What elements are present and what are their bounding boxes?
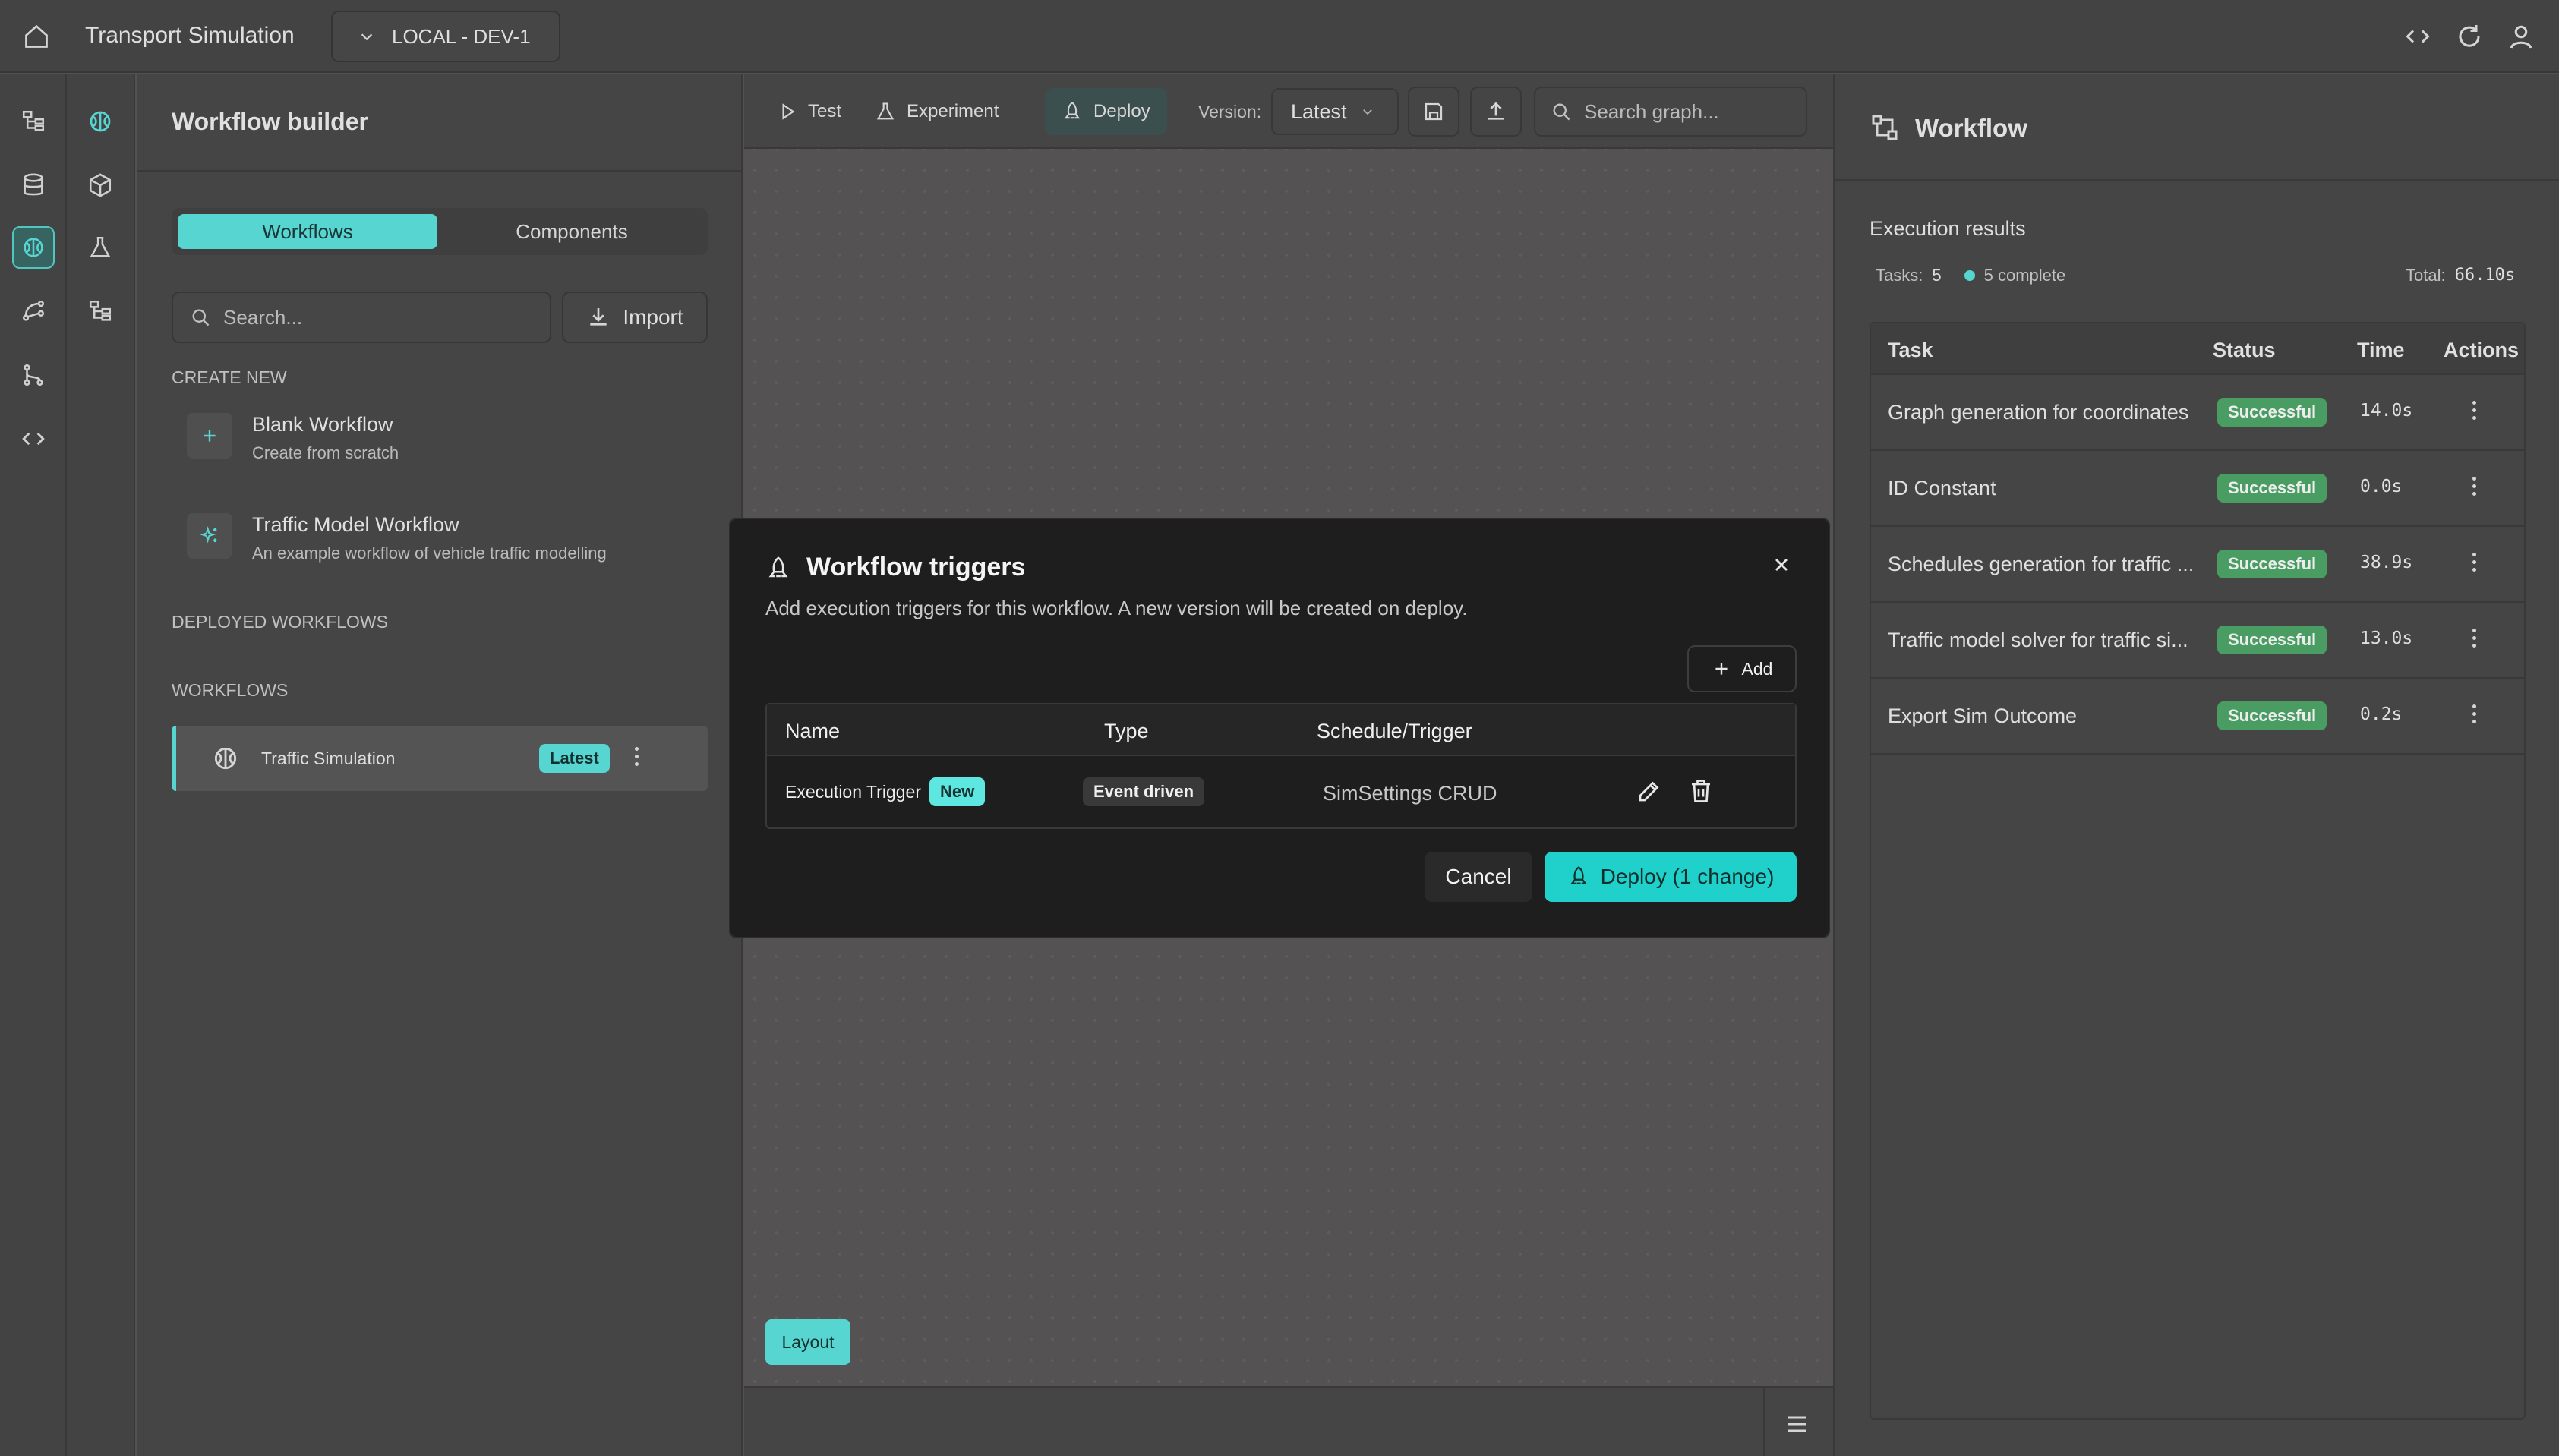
rocket-icon [1567, 865, 1590, 888]
add-trigger-button[interactable]: Add [1687, 645, 1797, 692]
trigger-type-badge: Event driven [1083, 777, 1205, 806]
triggers-table: Name Type Schedule/Trigger Execution Tri… [765, 703, 1797, 829]
edit-icon[interactable] [1636, 777, 1663, 805]
plus-icon [1712, 659, 1731, 679]
trash-icon[interactable] [1687, 777, 1715, 805]
header-type: Type [1104, 720, 1149, 742]
header-name: Name [785, 720, 841, 742]
workflow-triggers-modal: Workflow triggers Add execution triggers… [729, 518, 1830, 938]
triggers-table-header: Name Type Schedule/Trigger [767, 704, 1795, 756]
deploy-confirm-button[interactable]: Deploy (1 change) [1545, 852, 1797, 902]
trigger-row: Execution Trigger New Event driven SimSe… [767, 758, 1795, 829]
new-badge: New [929, 777, 986, 806]
trigger-name: Execution Trigger [785, 782, 921, 802]
modal-description: Add execution triggers for this workflow… [765, 597, 1468, 619]
trigger-schedule: SimSettings CRUD [1323, 782, 1497, 805]
deploy-confirm-label: Deploy (1 change) [1600, 865, 1775, 888]
add-label: Add [1741, 658, 1773, 679]
close-icon[interactable] [1771, 554, 1792, 575]
modal-title: Workflow triggers [806, 553, 1026, 581]
bell-icon [765, 556, 791, 581]
cancel-button[interactable]: Cancel [1425, 852, 1532, 902]
header-schedule: Schedule/Trigger [1317, 720, 1472, 742]
